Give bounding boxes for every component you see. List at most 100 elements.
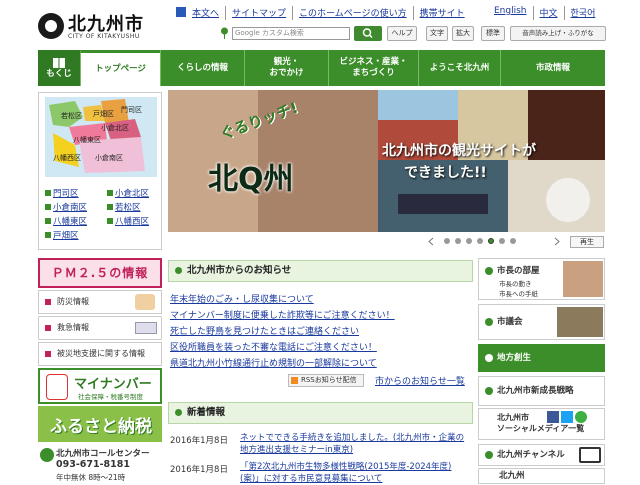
- standard-button[interactable]: 標準: [481, 26, 505, 41]
- slide-dot[interactable]: [499, 238, 505, 244]
- ward-link-yahatahigashi[interactable]: 八幡東区: [45, 215, 87, 227]
- furusato-label: ふるさと納税: [50, 417, 152, 437]
- furusato-banner[interactable]: ふるさと納税: [38, 406, 162, 442]
- nav-home[interactable]: もくじ: [38, 50, 80, 86]
- news-item[interactable]: ネットでできる手続きを追加しました。(北九州市・企業の 地方進出支援セミナーin東…: [240, 432, 474, 456]
- disaster-banner[interactable]: 防災情報: [38, 290, 162, 314]
- social-box[interactable]: 北九州市 ソーシャルメディア一覧: [478, 408, 605, 440]
- pm25-banner[interactable]: ＰＭ２.５の情報: [38, 258, 162, 288]
- mayor-photo: [563, 261, 603, 297]
- site-logo[interactable]: 北九州市 CITY OF KITAKYUSHU: [38, 10, 158, 44]
- slide-dot[interactable]: [466, 238, 472, 244]
- notice-item[interactable]: 年末年始のごみ・し尿収集について: [170, 292, 314, 305]
- slide-dot[interactable]: [444, 238, 450, 244]
- ward-link-kokurakita[interactable]: 小倉北区: [107, 187, 149, 199]
- link-mobile[interactable]: 携帯サイト: [412, 6, 471, 20]
- nav-city[interactable]: 市政情報: [500, 50, 605, 86]
- slide-dot[interactable]: [455, 238, 461, 244]
- link-howto[interactable]: このホームページの使い方: [292, 6, 413, 20]
- emergency-label: 救急情報: [57, 323, 89, 332]
- rss-button[interactable]: RSSお知らせ配信: [288, 374, 364, 387]
- callcenter-tel[interactable]: 093-671-8181: [56, 459, 130, 470]
- link-korean[interactable]: 한국어: [563, 6, 602, 20]
- main-nav: もくじ トップページ くらしの情報 観光・ おでかけ ビジネス・産業・ まちづく…: [38, 50, 605, 86]
- slide-dots[interactable]: [444, 238, 516, 246]
- nav-life[interactable]: くらしの情報: [160, 50, 244, 86]
- ward-map[interactable]: 若松区 戸畑区 門司区 小倉北区 八幡東区 八幡西区 小倉南区: [45, 97, 157, 177]
- ward-link-moji[interactable]: 門司区: [45, 187, 79, 199]
- play-button[interactable]: 再生: [570, 236, 604, 248]
- news-date: 2016年1月8日: [170, 436, 228, 446]
- rabbit-mascot-icon: [46, 374, 68, 400]
- chiho-label: 地方創生: [497, 353, 532, 363]
- city-emblem-icon: [38, 13, 64, 39]
- channel-box[interactable]: 北九州チャンネル: [478, 444, 605, 466]
- mayor-box[interactable]: 市長の部屋 市長の動き 市長への手紙: [478, 258, 605, 300]
- link-chinese[interactable]: 中文: [532, 6, 564, 20]
- city-box[interactable]: 北九州: [478, 468, 605, 484]
- ward-label: 若松区: [61, 112, 82, 120]
- ward-label: 戸畑区: [93, 110, 114, 118]
- news-item-text: 地方進出支援セミナーin東京): [240, 445, 354, 455]
- facebook-icon: [547, 411, 559, 423]
- notice-more-link[interactable]: 市からのお知らせ一覧: [375, 374, 465, 387]
- evac-banner[interactable]: 被災地支援に関する情報: [38, 342, 162, 366]
- news-title: 新着情報: [187, 407, 226, 418]
- search-button[interactable]: [354, 26, 382, 41]
- zoom-button[interactable]: 拡大: [452, 26, 474, 41]
- nav-top[interactable]: トップページ: [80, 50, 160, 86]
- ward-link-tobata[interactable]: 戸畑区: [45, 229, 79, 241]
- council-box[interactable]: 市議会: [478, 304, 605, 340]
- voice-label: 音声読み上げ・ふりがな: [522, 29, 594, 37]
- notice-item[interactable]: 県道北九州小竹線通行止め規制の一部解除について: [170, 356, 377, 369]
- ward-link-yahatanishi[interactable]: 八幡西区: [107, 215, 149, 227]
- line-icon: [575, 411, 587, 423]
- notice-item[interactable]: 死亡した野鳥を見つけたときはご連絡ください: [170, 324, 359, 337]
- ward-link-kokuraminami[interactable]: 小倉南区: [45, 201, 87, 213]
- news-item-text: ネットでできる手続きを追加しました。(北九州市・企業の: [240, 433, 465, 443]
- chiho-box[interactable]: 地方創生: [478, 344, 605, 372]
- slide-caption-2: できました!!: [404, 165, 487, 181]
- notice-item[interactable]: 区役所職員を装った不審な電話にご注意ください！: [170, 340, 377, 353]
- book-icon: [53, 57, 65, 68]
- social-label-2: ソーシャルメディア一覧: [497, 424, 585, 433]
- council-photo: [557, 307, 603, 337]
- strategy-box[interactable]: 北九州市新成長戦略: [478, 376, 605, 406]
- nav-home-label: もくじ: [46, 68, 72, 79]
- slide-dot[interactable]: [477, 238, 483, 244]
- rss-icon: [291, 377, 298, 384]
- link-sitemap[interactable]: サイトマップ: [225, 6, 292, 20]
- notice-item[interactable]: マイナンバー制度に便乗した詐欺等にご注意ください！: [170, 308, 395, 321]
- nav-tourism[interactable]: 観光・ おでかけ: [244, 50, 328, 86]
- ward-link-wakamatsu[interactable]: 若松区: [107, 201, 141, 213]
- nav-business[interactable]: ビジネス・産業・ まちづくり: [328, 50, 418, 86]
- help-button[interactable]: ヘルプ: [387, 26, 417, 41]
- rss-label: RSSお知らせ配信: [301, 376, 357, 384]
- tourism-slideshow[interactable]: ぐるりッチ! 北Q州 北九州市の観光サイトが できました!!: [168, 90, 605, 232]
- slide-dot-active[interactable]: [488, 238, 494, 244]
- text-size-button[interactable]: 文字: [426, 26, 448, 41]
- tv-icon: [579, 447, 601, 463]
- umbrella-icon: [135, 294, 155, 310]
- header-links: 本文へ サイトマップ このホームページの使い方 携帯サイト: [186, 6, 471, 20]
- mynumber-banner[interactable]: マイナンバー 社会保障・税番号制度: [38, 368, 162, 404]
- notice-header: 北九州市からのお知らせ: [168, 260, 473, 282]
- news-date: 2016年1月8日: [170, 465, 228, 475]
- link-english[interactable]: English: [488, 6, 533, 20]
- search-input[interactable]: Google カスタム検索: [232, 27, 350, 40]
- skip-icon: [176, 7, 186, 17]
- evac-label: 被災地支援に関する情報: [57, 349, 145, 358]
- disaster-label: 防災情報: [57, 297, 89, 306]
- news-item[interactable]: 「第2次北九州市生物多様性戦略(2015年度-2024年度) (案)」に対する市民…: [240, 461, 474, 485]
- strategy-label: 北九州市新成長戦略: [497, 386, 574, 396]
- prev-arrow-icon[interactable]: [427, 237, 435, 246]
- next-arrow-icon[interactable]: [553, 237, 561, 246]
- link-skip[interactable]: 本文へ: [186, 6, 225, 20]
- nav-welcome[interactable]: ようこそ北九州: [418, 50, 500, 86]
- search-icon: [362, 28, 373, 39]
- slide-dot[interactable]: [510, 238, 516, 244]
- emergency-banner[interactable]: 救急情報: [38, 316, 162, 340]
- voice-button[interactable]: 音声読み上げ・ふりがな: [510, 26, 606, 41]
- mynumber-sub: 社会保障・税番号制度: [78, 393, 143, 401]
- language-links: English 中文 한국어: [488, 6, 601, 20]
